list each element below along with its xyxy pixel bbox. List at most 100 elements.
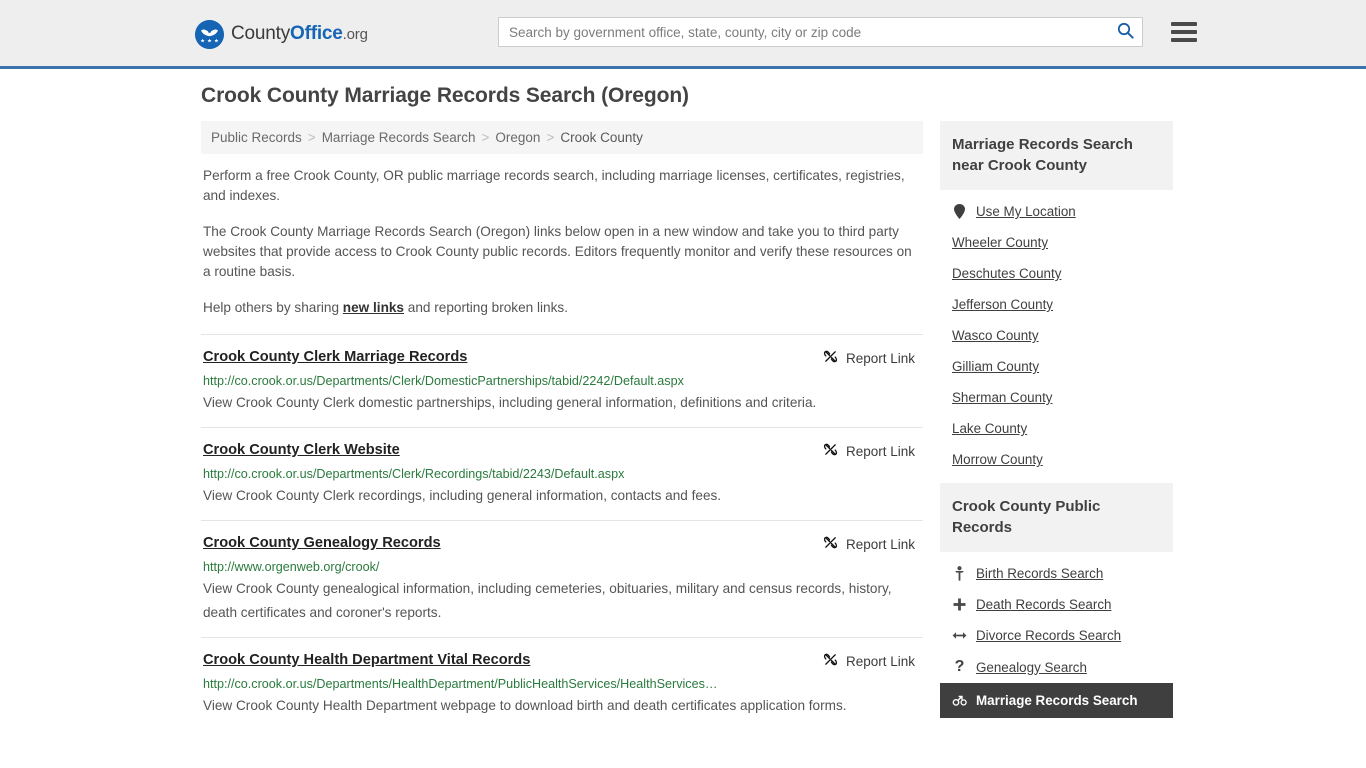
logo-wordmark: CountyOffice.org (231, 19, 368, 49)
result-url: http://co.crook.or.us/Departments/Health… (203, 677, 718, 691)
sidebar-item-label: Divorce Records Search (976, 628, 1122, 643)
breadcrumb-item-marriage-records-search[interactable]: Marriage Records Search (322, 130, 476, 145)
new-links-link[interactable]: new links (343, 300, 404, 315)
intro-p3-before: Help others by sharing (203, 300, 343, 315)
report-link-button[interactable]: Report Link (823, 652, 915, 670)
sidebar-item-gilliam-county[interactable]: Gilliam County (940, 351, 1173, 382)
result-description: View Crook County genealogical informati… (203, 581, 892, 620)
sidebar-item-deschutes-county[interactable]: Deschutes County (940, 258, 1173, 289)
report-link-button[interactable]: Report Link (823, 349, 915, 367)
report-link-label: Report Link (845, 350, 915, 366)
sidebar-item-label: Wheeler County (952, 235, 1049, 250)
nearby-panel-heading: Marriage Records Search near Crook Count… (940, 121, 1173, 190)
sidebar-item-label: Death Records Search (976, 597, 1112, 612)
result-header: Crook County Health Department Vital Rec… (203, 651, 923, 670)
result-title-link[interactable]: Crook County Genealogy Records (203, 534, 441, 552)
sidebar-item-label: Lake County (952, 421, 1028, 436)
public-records-panel: Crook County Public Records Birth Record… (940, 483, 1173, 718)
sidebar-item-lake-county[interactable]: Lake County (940, 413, 1173, 444)
result-title-link[interactable]: Crook County Clerk Website (203, 441, 400, 459)
broken-link-icon (823, 652, 838, 670)
hamburger-menu-icon[interactable] (1171, 19, 1197, 45)
sidebar-item-label: Birth Records Search (976, 566, 1104, 581)
sidebar-item-use-my-location[interactable]: Use My Location (940, 196, 1173, 227)
search-icon (1117, 22, 1134, 42)
sidebar-item-jefferson-county[interactable]: Jefferson County (940, 289, 1173, 320)
logo-text-county: County (231, 23, 291, 44)
left-right-arrow-icon (952, 630, 967, 641)
result-url: http://co.crook.or.us/Departments/Clerk/… (203, 374, 684, 388)
sidebar-item-label: Gilliam County (952, 359, 1040, 374)
broken-link-icon (823, 535, 838, 553)
public-records-panel-list: Birth Records Search Death Records Searc… (940, 552, 1173, 718)
result-entry: Crook County Health Department Vital Rec… (201, 637, 923, 730)
sidebar: Marriage Records Search near Crook Count… (940, 121, 1173, 730)
result-title-link[interactable]: Crook County Health Department Vital Rec… (203, 651, 530, 669)
search-input[interactable] (499, 18, 1108, 46)
report-link-label: Report Link (845, 443, 915, 459)
map-pin-icon (952, 204, 967, 219)
sidebar-item-label: Wasco County (952, 328, 1039, 343)
result-entry: Crook County Clerk Marriage Records Repo… (201, 334, 923, 427)
sidebar-item-label: Marriage Records Search (976, 693, 1138, 708)
intro-text: Perform a free Crook County, OR public m… (201, 166, 923, 318)
sidebar-item-death-records-search[interactable]: Death Records Search (940, 589, 1173, 620)
result-url: http://co.crook.or.us/Departments/Clerk/… (203, 467, 625, 481)
result-entry: Crook County Clerk Website Report Link h… (201, 427, 923, 520)
sidebar-item-marriage-records-search[interactable]: Marriage Records Search (940, 683, 1173, 718)
intro-paragraph-1: Perform a free Crook County, OR public m… (203, 168, 905, 203)
result-header: Crook County Clerk Website Report Link (203, 441, 923, 460)
sidebar-item-sherman-county[interactable]: Sherman County (940, 382, 1173, 413)
search-bar[interactable] (498, 17, 1143, 47)
nearby-panel-list: Use My Location Wheeler County Deschutes… (940, 190, 1173, 475)
site-logo[interactable]: CountyOffice.org (195, 19, 368, 49)
sidebar-item-label: Use My Location (976, 204, 1076, 219)
result-entry: Crook County Genealogy Records Report Li… (201, 520, 923, 637)
breadcrumb: Public Records > Marriage Records Search… (201, 121, 923, 154)
sidebar-item-label: Sherman County (952, 390, 1053, 405)
report-link-label: Report Link (845, 653, 915, 669)
main-column: Public Records > Marriage Records Search… (193, 121, 923, 730)
report-link-button[interactable]: Report Link (823, 535, 915, 553)
result-header: Crook County Genealogy Records Report Li… (203, 534, 923, 553)
sidebar-item-genealogy-search[interactable]: ? Genealogy Search (940, 651, 1173, 683)
intro-paragraph-3: Help others by sharing new links and rep… (201, 298, 923, 318)
breadcrumb-separator: > (307, 130, 316, 145)
page-title: Crook County Marriage Records Search (Or… (201, 84, 689, 107)
broken-link-icon (823, 442, 838, 460)
result-title-link[interactable]: Crook County Clerk Marriage Records (203, 348, 467, 366)
sidebar-item-wheeler-county[interactable]: Wheeler County (940, 227, 1173, 258)
breadcrumb-item-oregon[interactable]: Oregon (495, 130, 540, 145)
breadcrumb-item-public-records[interactable]: Public Records (211, 130, 302, 145)
broken-link-icon (823, 349, 838, 367)
site-header: CountyOffice.org (0, 0, 1366, 69)
sidebar-item-divorce-records-search[interactable]: Divorce Records Search (940, 620, 1173, 651)
eagle-shield-icon (195, 19, 224, 49)
header-inner: CountyOffice.org (193, 0, 1197, 66)
logo-text-office: Office (290, 23, 343, 44)
intro-p3-after: and reporting broken links. (404, 300, 568, 315)
result-header: Crook County Clerk Marriage Records Repo… (203, 348, 923, 367)
sidebar-item-label: Morrow County (952, 452, 1043, 467)
cross-icon (952, 598, 967, 611)
sidebar-item-morrow-county[interactable]: Morrow County (940, 444, 1173, 475)
result-url: http://www.orgenweb.org/crook/ (203, 560, 380, 574)
result-description: View Crook County Clerk domestic partner… (203, 395, 817, 410)
baby-icon (952, 566, 967, 581)
report-link-button[interactable]: Report Link (823, 442, 915, 460)
sidebar-item-label: Genealogy Search (976, 659, 1087, 675)
intro-paragraph-2: The Crook County Marriage Records Search… (203, 224, 912, 279)
sidebar-item-label: Deschutes County (952, 266, 1062, 281)
breadcrumb-item-crook-county[interactable]: Crook County (560, 130, 643, 145)
result-description: View Crook County Health Department webp… (203, 698, 847, 713)
page-container: Crook County Marriage Records Search (Or… (193, 69, 1173, 730)
search-button[interactable] (1108, 18, 1142, 46)
public-records-panel-heading: Crook County Public Records (940, 483, 1173, 552)
content-columns: Public Records > Marriage Records Search… (193, 121, 1173, 730)
sidebar-item-wasco-county[interactable]: Wasco County (940, 320, 1173, 351)
breadcrumb-separator: > (481, 130, 490, 145)
male-female-icon (952, 695, 967, 707)
question-mark-icon: ? (954, 658, 965, 675)
breadcrumb-separator: > (546, 130, 555, 145)
sidebar-item-birth-records-search[interactable]: Birth Records Search (940, 558, 1173, 589)
